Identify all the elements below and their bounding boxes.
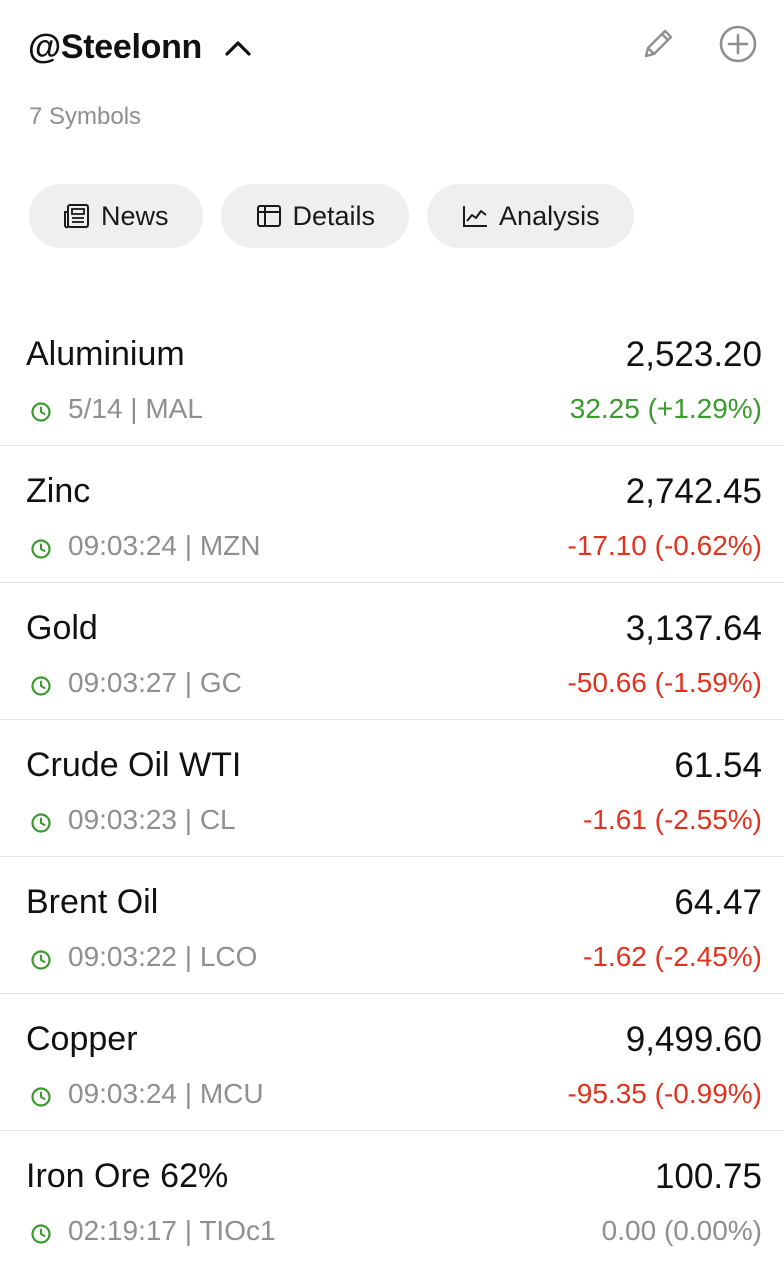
symbol-row[interactable]: Brent Oil 64.47 09:03:22 | LCO -1.62 (-2…	[0, 857, 784, 994]
symbol-time-ticker: 09:03:23 | CL	[68, 804, 236, 835]
symbol-time-ticker: 02:19:17 | TIOc1	[68, 1215, 276, 1246]
symbol-name: Brent Oil	[26, 883, 159, 921]
newspaper-icon	[63, 202, 91, 230]
tab-news-label: News	[101, 200, 169, 231]
symbol-change: -17.10 (-0.62%)	[567, 530, 762, 561]
symbol-price: 2,523.20	[625, 335, 762, 374]
tab-details[interactable]: Details	[220, 184, 410, 248]
plus-circle-icon	[718, 24, 758, 69]
symbol-row[interactable]: Iron Ore 62% 100.75 02:19:17 | TIOc1 0.0…	[0, 1131, 784, 1268]
add-symbol-button[interactable]	[716, 24, 760, 68]
view-tabs: News Details Analysis	[29, 184, 634, 248]
pencil-icon	[638, 24, 678, 69]
symbol-price: 9,499.60	[625, 1020, 762, 1059]
symbol-row[interactable]: Copper 9,499.60 09:03:24 | MCU -95.35 (-…	[0, 994, 784, 1131]
tab-news[interactable]: News	[29, 184, 203, 248]
symbol-change: -95.35 (-0.99%)	[567, 1078, 762, 1109]
symbol-row[interactable]: Zinc 2,742.45 09:03:24 | MZN -17.10 (-0.…	[0, 446, 784, 583]
symbol-change: 0.00 (0.00%)	[601, 1215, 762, 1246]
chevron-up-icon	[224, 38, 252, 58]
symbol-time-ticker: 09:03:27 | GC	[68, 667, 242, 698]
symbol-change: 32.25 (+1.29%)	[569, 393, 762, 424]
symbol-name: Aluminium	[26, 335, 185, 373]
symbol-row[interactable]: Aluminium 2,523.20 5/14 | MAL 32.25 (+1.…	[0, 309, 784, 446]
symbol-price: 64.47	[674, 883, 762, 922]
symbol-name: Iron Ore 62%	[26, 1157, 229, 1195]
symbol-change: -1.61 (-2.55%)	[583, 804, 762, 835]
clock-icon	[30, 398, 52, 422]
line-chart-icon	[461, 202, 489, 230]
symbol-name: Copper	[26, 1020, 138, 1058]
clock-icon	[30, 535, 52, 559]
clock-icon	[30, 1083, 52, 1107]
symbol-change: -50.66 (-1.59%)	[567, 667, 762, 698]
clock-icon	[30, 946, 52, 970]
clock-icon	[30, 809, 52, 833]
symbol-row[interactable]: Gold 3,137.64 09:03:27 | GC -50.66 (-1.5…	[0, 583, 784, 720]
tab-details-label: Details	[292, 200, 376, 231]
symbol-price: 2,742.45	[625, 472, 762, 511]
symbol-change: -1.62 (-2.45%)	[583, 941, 762, 972]
tab-analysis-label: Analysis	[499, 200, 600, 231]
symbol-time-ticker: 09:03:24 | MCU	[68, 1078, 264, 1109]
symbol-name: Crude Oil WTI	[26, 746, 242, 784]
watchlist-title: @Steelonn	[28, 28, 203, 66]
clock-icon	[30, 672, 52, 696]
watchlist-title-toggle[interactable]: @Steelonn	[28, 28, 252, 67]
symbol-time-ticker: 09:03:22 | LCO	[68, 941, 258, 972]
edit-button[interactable]	[636, 24, 680, 68]
tab-analysis[interactable]: Analysis	[427, 184, 634, 248]
symbol-price: 3,137.64	[625, 609, 762, 648]
symbol-name: Gold	[26, 609, 98, 647]
symbol-count: 7 Symbols	[29, 103, 142, 130]
watchlist-header: @Steelonn	[28, 22, 760, 74]
symbol-time-ticker: 5/14 | MAL	[68, 393, 203, 424]
clock-icon	[30, 1220, 52, 1244]
symbol-name: Zinc	[26, 472, 91, 510]
symbol-price: 100.75	[654, 1157, 762, 1196]
symbol-price: 61.54	[674, 746, 762, 785]
symbol-row[interactable]: Crude Oil WTI 61.54 09:03:23 | CL -1.61 …	[0, 720, 784, 857]
symbol-time-ticker: 09:03:24 | MZN	[68, 530, 261, 561]
symbol-list: Aluminium 2,523.20 5/14 | MAL 32.25 (+1.…	[0, 309, 784, 1268]
table-icon	[255, 202, 283, 230]
